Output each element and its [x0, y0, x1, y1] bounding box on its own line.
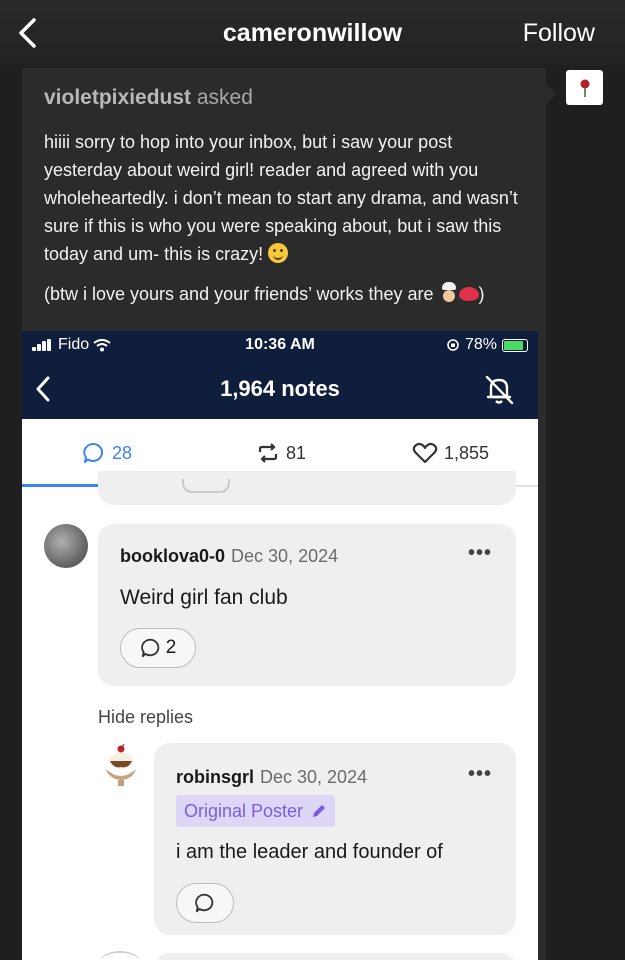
next-reply-card — [154, 953, 516, 960]
reply-count: 2 — [165, 637, 177, 658]
ask-paragraph-end: ) — [478, 284, 485, 304]
mute-notifications-button[interactable] — [482, 373, 516, 412]
reply-username[interactable]: booklova0-0 — [120, 546, 225, 566]
asker-name[interactable]: violetpixiedust — [44, 86, 191, 109]
avatar[interactable] — [100, 743, 142, 789]
battery-icon — [502, 338, 528, 352]
next-avatar — [100, 951, 140, 960]
more-options-button[interactable]: ••• — [468, 763, 492, 786]
likes-count: 1,855 — [444, 442, 490, 463]
tab-reblogs[interactable]: 81 — [256, 441, 306, 465]
ask-paragraph-text: (btw i love yours and your friends’ work… — [44, 284, 434, 304]
sundae-icon — [106, 743, 136, 786]
previous-reply-card — [98, 471, 516, 505]
speech-bubble-icon — [195, 893, 214, 913]
asker-line: violetpixiedust asked — [44, 86, 253, 110]
original-poster-badge: Original Poster — [176, 795, 336, 827]
reply-card: booklova0-0 Dec 30, 2024 ••• Weird girl f… — [98, 524, 516, 686]
original-poster-label: Original Poster — [184, 800, 304, 821]
hide-replies-button[interactable]: Hide replies — [98, 707, 193, 728]
notes-header: 1,964 notes — [22, 359, 538, 419]
orientation-lock-icon — [447, 339, 459, 351]
status-right: 78% — [446, 336, 528, 354]
follow-button[interactable]: Follow — [523, 19, 595, 48]
ask-paragraph: (btw i love yours and your friends’ work… — [44, 280, 524, 308]
tab-likes[interactable]: 1,855 — [412, 441, 489, 465]
reply-header: robinsgrl Dec 30, 2024 — [176, 767, 367, 788]
reply-header: booklova0-0 Dec 30, 2024 — [120, 546, 338, 567]
reblogs-count: 81 — [286, 442, 307, 463]
reply-text: Weird girl fan club — [120, 586, 288, 609]
notes-title: 1,964 notes — [220, 376, 340, 401]
rose-icon — [580, 79, 589, 97]
tab-replies[interactable]: 28 — [82, 441, 132, 465]
ask-paragraph: hiiii sorry to hop into your inbox, but … — [44, 128, 524, 268]
reply-date: Dec 30, 2024 — [260, 767, 368, 787]
chef-icon — [439, 282, 459, 304]
ask-body: hiiii sorry to hop into your inbox, but … — [44, 128, 524, 320]
embedded-screenshot: Fido 10:36 AM 78% 1,964 notes 28 81 1,85… — [22, 331, 538, 960]
blog-avatar[interactable] — [566, 70, 603, 105]
speech-bubble-icon — [83, 442, 103, 463]
more-options-button[interactable]: ••• — [468, 542, 492, 565]
replies-button[interactable]: 2 — [120, 628, 196, 668]
reply-text: i am the leader and founder of — [176, 841, 443, 863]
pencil-icon — [313, 805, 326, 817]
battery-percent: 78% — [464, 336, 497, 353]
speech-bubble-icon — [140, 638, 159, 658]
app-header: cameronwillow Follow — [0, 0, 625, 66]
reblog-icon — [258, 443, 278, 463]
status-bar: Fido 10:36 AM 78% — [22, 331, 538, 359]
previous-reply-pill — [182, 479, 230, 493]
heart-icon — [412, 442, 438, 464]
reply-username[interactable]: robinsgrl — [176, 767, 254, 787]
bell-off-icon — [485, 375, 514, 405]
smiling-face-icon — [268, 243, 289, 263]
replies-count: 28 — [112, 442, 133, 463]
reply-date: Dec 30, 2024 — [231, 546, 339, 566]
asked-label: asked — [196, 86, 253, 109]
op-reply-card: robinsgrl Dec 30, 2024 ••• Original Poste… — [154, 743, 516, 935]
avatar[interactable] — [44, 524, 88, 568]
reply-button[interactable] — [176, 883, 234, 923]
kiss-lips-icon — [458, 287, 479, 301]
